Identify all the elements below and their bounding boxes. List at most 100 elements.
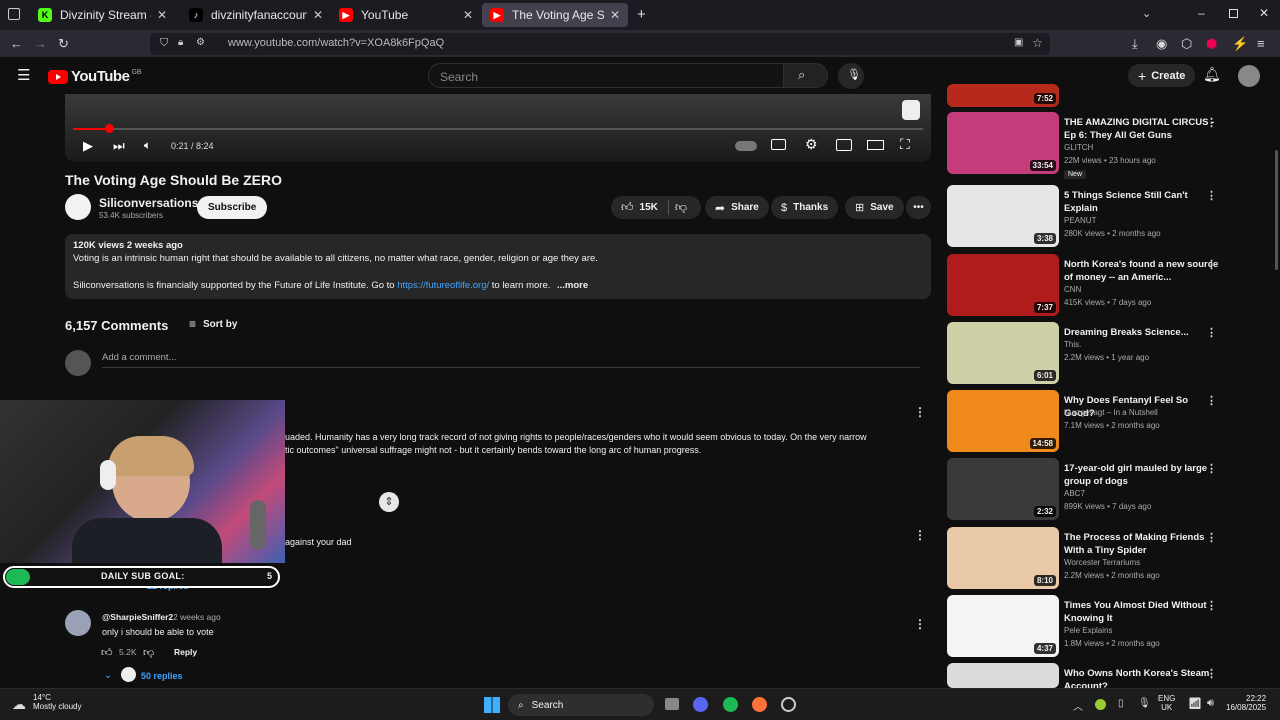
video-menu-icon[interactable]: ⋮ bbox=[1206, 462, 1217, 475]
subscribe-button[interactable]: Subscribe bbox=[197, 196, 268, 219]
close-tab-icon[interactable]: ✕ bbox=[610, 8, 620, 22]
comment-menu-icon[interactable]: ⋮ bbox=[914, 405, 926, 419]
back-icon[interactable]: ← bbox=[10, 36, 23, 51]
extensions-icon[interactable]: ⬡ bbox=[1181, 36, 1192, 52]
menu-icon[interactable]: ≡ bbox=[1257, 36, 1265, 51]
video-thumbnail[interactable]: 2:32 bbox=[947, 458, 1059, 520]
channel-name[interactable]: PEANUT bbox=[1064, 216, 1096, 225]
video-menu-icon[interactable]: ⋮ bbox=[1206, 599, 1217, 612]
next-icon[interactable]: ⏭︎ bbox=[113, 138, 125, 154]
scroll-anchor-icon[interactable]: ⇕ bbox=[379, 492, 399, 512]
recommended-video[interactable]: 4:37 Times You Almost Died Without Knowin… bbox=[947, 595, 1267, 657]
reload-icon[interactable]: ↻ bbox=[58, 36, 69, 52]
firefox-icon[interactable] bbox=[752, 697, 767, 712]
video-title[interactable]: Dreaming Breaks Science... bbox=[1064, 326, 1219, 339]
wifi-icon[interactable]: 📶︎ bbox=[1188, 697, 1202, 710]
downloads-icon[interactable]: ⤓ bbox=[1132, 36, 1138, 52]
spotify-icon[interactable] bbox=[723, 697, 738, 712]
show-more-button[interactable]: ...more bbox=[557, 280, 588, 291]
video-thumbnail[interactable]: 3:38 bbox=[947, 185, 1059, 247]
comment-menu-icon[interactable]: ⋮ bbox=[914, 617, 926, 631]
recommended-video[interactable]: 33:54 THE AMAZING DIGITAL CIRCUS - Ep 6: … bbox=[947, 112, 1267, 179]
video-thumbnail[interactable]: 33:54 bbox=[947, 112, 1059, 174]
video-thumbnail[interactable]: 4:37 bbox=[947, 595, 1059, 657]
scrollbar-thumb[interactable] bbox=[1275, 150, 1278, 270]
avatar[interactable] bbox=[65, 610, 91, 636]
recommended-video[interactable]: Who Owns North Korea's Steam Account? ⋮ bbox=[947, 663, 1267, 692]
channel-name[interactable]: GLITCH bbox=[1064, 143, 1093, 152]
close-tab-icon[interactable]: ✕ bbox=[463, 8, 473, 22]
extension-badge-icon[interactable]: ⬢ bbox=[1206, 36, 1217, 52]
shield-icon[interactable]: ⛉ bbox=[160, 37, 168, 50]
forward-icon[interactable]: → bbox=[34, 36, 47, 51]
comment-time[interactable]: 2 weeks ago bbox=[173, 612, 221, 622]
channel-name[interactable]: ABC7 bbox=[1064, 489, 1085, 498]
video-menu-icon[interactable]: ⋮ bbox=[1206, 667, 1217, 680]
weather-widget[interactable]: 14°C Mostly cloudy bbox=[33, 693, 81, 711]
chevron-down-icon[interactable]: ⌄ bbox=[104, 670, 112, 681]
add-comment-input[interactable]: Add a comment... bbox=[102, 352, 176, 363]
autoplay-toggle[interactable] bbox=[735, 141, 757, 151]
video-menu-icon[interactable]: ⋮ bbox=[1206, 189, 1217, 202]
restore-icon[interactable] bbox=[1229, 9, 1238, 18]
lock-icon[interactable]: 🔒︎ bbox=[178, 37, 183, 48]
close-tab-icon[interactable]: ✕ bbox=[157, 8, 167, 22]
thumbs-down-icon[interactable]: 👎︎ bbox=[675, 200, 687, 215]
sort-by-button[interactable]: ≡ Sort by bbox=[189, 317, 237, 331]
recommended-video[interactable]: 7:52 bbox=[947, 84, 1267, 107]
channel-avatar[interactable] bbox=[65, 194, 91, 220]
description-link[interactable]: https://futureoflife.org/ bbox=[397, 280, 489, 291]
language-indicator[interactable]: ENG UK bbox=[1158, 694, 1175, 712]
clock[interactable]: 22:22 16/08/2025 bbox=[1226, 694, 1266, 712]
video-thumbnail[interactable]: 14:58 bbox=[947, 390, 1059, 452]
channel-name[interactable]: CNN bbox=[1064, 285, 1081, 294]
thanks-button[interactable]: $ Thanks bbox=[771, 196, 839, 219]
url-text[interactable]: www.youtube.com/watch?v=XOA8k6FpQaQ bbox=[228, 37, 444, 49]
video-menu-icon[interactable]: ⋮ bbox=[1206, 394, 1217, 407]
app-icon[interactable] bbox=[781, 697, 796, 712]
search-button[interactable]: ⌕ bbox=[783, 64, 827, 87]
voice-search-button[interactable]: 🎙︎ bbox=[838, 63, 864, 89]
thumbs-down-icon[interactable]: 👎︎ bbox=[143, 646, 154, 659]
volume-icon[interactable]: 🔊︎ bbox=[1207, 697, 1214, 710]
search-input[interactable]: Search ⌕ bbox=[428, 63, 828, 88]
tab-youtube[interactable]: ▶ YouTube ✕ bbox=[331, 3, 481, 27]
theater-mode-icon[interactable] bbox=[867, 140, 884, 150]
video-thumbnail[interactable]: 7:52 bbox=[947, 84, 1059, 107]
video-thumbnail[interactable]: 7:37 bbox=[947, 254, 1059, 316]
progress-scrubber[interactable] bbox=[105, 124, 114, 133]
save-button[interactable]: ⊞ Save bbox=[845, 196, 904, 219]
video-thumbnail[interactable]: 8:10 bbox=[947, 527, 1059, 589]
tab-voting-age[interactable]: ▶ The Voting Age Should Be ZERO ✕ bbox=[482, 3, 628, 27]
video-title[interactable]: 17-year-old girl mauled by large group o… bbox=[1064, 462, 1219, 488]
channel-name[interactable]: Kurzgesagt – In a Nutshell bbox=[1064, 408, 1158, 417]
recommended-video[interactable]: 14:58 Why Does Fentanyl Feel So Good? Kurz… bbox=[947, 390, 1267, 452]
fullscreen-icon[interactable]: ⛶ bbox=[900, 136, 910, 153]
video-title[interactable]: THE AMAZING DIGITAL CIRCUS - Ep 6: They … bbox=[1064, 116, 1219, 142]
tab-list-icon[interactable] bbox=[8, 8, 20, 20]
windows-start-icon[interactable] bbox=[484, 697, 500, 713]
video-menu-icon[interactable]: ⋮ bbox=[1206, 531, 1217, 544]
comment-author[interactable]: @SharpieSniffer2 bbox=[102, 612, 173, 622]
volume-icon[interactable]: 🔈︎ bbox=[144, 138, 151, 153]
chevron-up-icon[interactable]: ︿ bbox=[1073, 698, 1083, 713]
video-menu-icon[interactable]: ⋮ bbox=[1206, 258, 1217, 271]
battery-icon[interactable]: ▯ bbox=[1118, 698, 1124, 709]
new-tab-icon[interactable]: + bbox=[637, 6, 646, 23]
youtube-logo[interactable]: YouTube GB bbox=[48, 68, 142, 85]
thumbs-up-icon[interactable]: 👍︎ bbox=[101, 646, 113, 659]
recommended-video[interactable]: 6:01 Dreaming Breaks Science... This. 2.2M … bbox=[947, 322, 1267, 384]
mic-icon[interactable]: 🎙︎ bbox=[1138, 698, 1151, 709]
reader-view-icon[interactable]: ▣ bbox=[1014, 37, 1023, 48]
channel-name[interactable]: Worcester Terrariums bbox=[1064, 558, 1140, 567]
more-actions-button[interactable]: ••• bbox=[906, 196, 931, 219]
account-icon[interactable]: ◉ bbox=[1156, 36, 1167, 52]
tab-tiktok[interactable]: ♪ divzinityfanaccount243 (@divzi ✕ bbox=[181, 3, 331, 27]
recommended-video[interactable]: 7:37 North Korea's found a new source of … bbox=[947, 254, 1267, 316]
reply-button[interactable]: Reply bbox=[174, 647, 197, 657]
video-thumbnail[interactable]: 6:01 bbox=[947, 322, 1059, 384]
video-thumbnail[interactable] bbox=[947, 663, 1059, 688]
play-icon[interactable]: ▶ bbox=[83, 138, 93, 154]
description-box[interactable]: 120K views 2 weeks ago Voting is an intr… bbox=[65, 234, 931, 299]
tray-app-icon[interactable] bbox=[1095, 699, 1106, 710]
